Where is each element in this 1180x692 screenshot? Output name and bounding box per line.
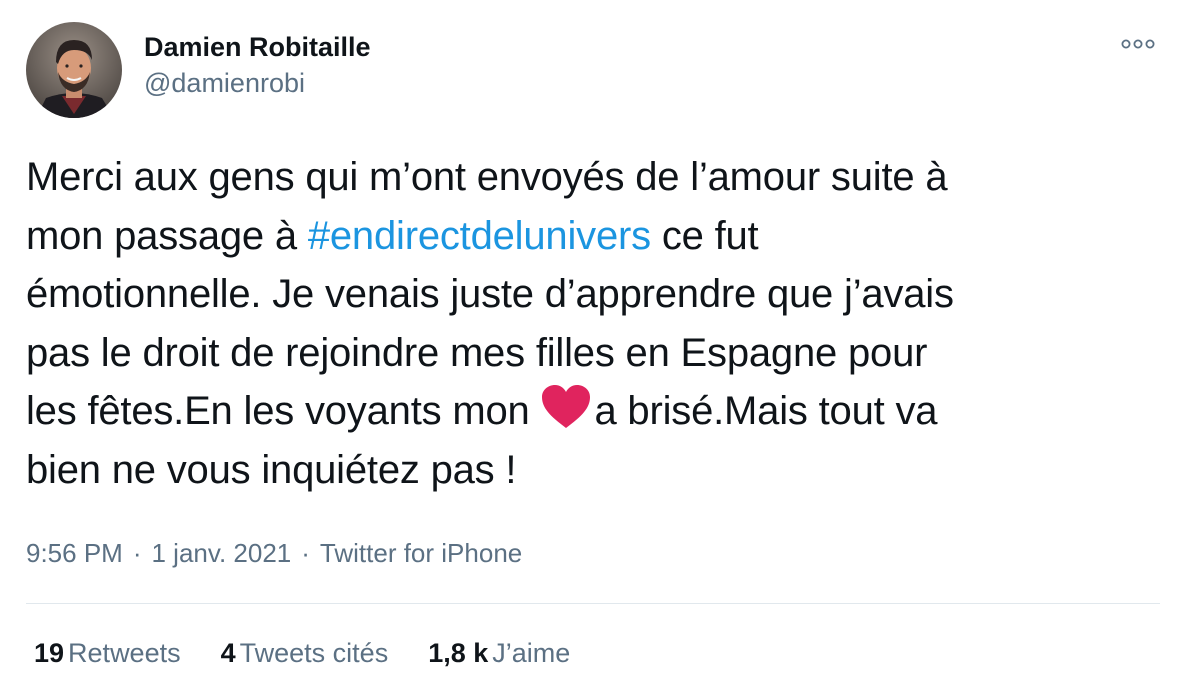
quote-tweets-stat[interactable]: 4 Tweets cités [221,636,389,670]
divider [26,603,1160,604]
tweet-text-segment: pas le droit de rejoindre mes filles en … [26,330,928,375]
retweets-label: Retweets [68,638,181,668]
tweet-text-line: pas le droit de rejoindre mes filles en … [26,324,1146,383]
quote-tweets-count: 4 [220,638,236,668]
tweet-time[interactable]: 9:56 PM [26,538,123,568]
tweet-text-segment: émotionnelle. Je venais juste d’apprendr… [26,272,954,316]
meta-separator: · [301,538,310,568]
tweet-text-line: émotionnelle. Je venais juste d’apprendr… [26,265,1146,324]
quote-tweets-label: Tweets cités [239,638,389,668]
tweet-text-segment: Merci aux gens qui m’ont envoyés de l’am… [26,155,948,199]
tweet-text-line: Merci aux gens qui m’ont envoyés de l’am… [26,148,1146,207]
tweet-stats: 19 Retweets 4 Tweets cités 1,8 k J’aime [34,636,610,670]
tweet-text-segment: les fêtes.En les voyants mon [26,389,541,433]
tweet-text-line: bien ne vous inquiétez pas ! [26,441,1146,500]
likes-count: 1,8 k [428,638,489,668]
tweet-text-segment: mon passage à [26,213,308,258]
retweets-stat[interactable]: 19 Retweets [34,636,181,670]
tweet-header: Damien Robitaille @damienrobi [26,22,371,118]
likes-label: J’aime [492,638,571,668]
author-display-name[interactable]: Damien Robitaille [144,31,371,63]
author-names: Damien Robitaille @damienrobi [144,31,371,101]
meta-separator: · [132,538,142,568]
more-options-icon [1121,39,1155,49]
tweet-card: Damien Robitaille @damienrobi Merci aux … [0,0,1180,692]
tweet-text-segment: ce fut [650,213,759,258]
red-heart-icon [542,385,591,428]
tweet-date[interactable]: 1 janv. 2021 [152,538,292,568]
tweet-text-line: mon passage à #endirectdelunivers ce fut [26,207,1146,266]
tweet-text-segment: bien ne vous inquiétez pas ! [26,447,517,492]
likes-stat[interactable]: 1,8 k J’aime [428,636,570,670]
tweet-text-line: les fêtes.En les voyants mon a brisé.Mai… [26,382,1146,441]
tweet-text: Merci aux gens qui m’ont envoyés de l’am… [26,148,1146,499]
retweets-count: 19 [34,638,65,668]
author-handle[interactable]: @damienrobi [144,65,371,101]
avatar[interactable] [26,22,122,118]
profile-photo-icon [26,22,122,118]
hashtag-link[interactable]: #endirectdelunivers [308,214,651,258]
tweet-text-segment: a brisé.Mais tout va [594,389,938,433]
more-options-button[interactable] [1118,32,1158,56]
tweet-source[interactable]: Twitter for iPhone [320,538,522,568]
tweet-metadata: 9:56 PM · 1 janv. 2021 · Twitter for iPhone [26,536,522,570]
